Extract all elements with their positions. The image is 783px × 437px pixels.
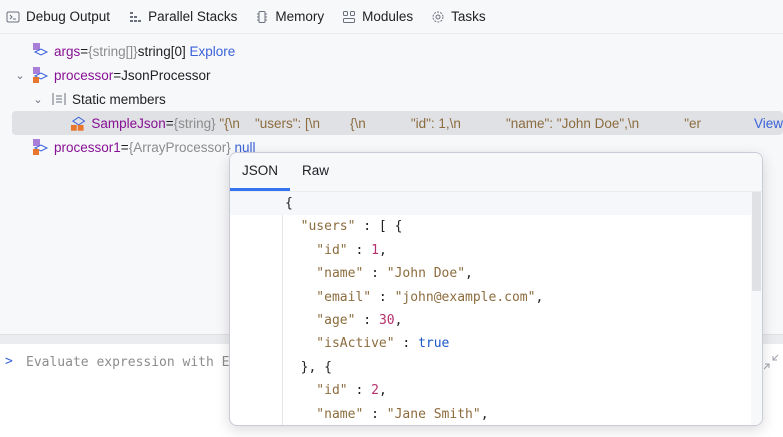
tab-memory[interactable]: Memory (249, 0, 336, 34)
code-token: true (418, 336, 450, 352)
variable-type: {ArrayProcessor} (128, 139, 231, 155)
equals: = (113, 67, 122, 83)
code-token: }, { (285, 359, 332, 375)
code-token: , (378, 383, 387, 399)
code-line: "name" : "Jane Smith", (230, 403, 752, 425)
code-line: "isActive" : true (230, 332, 752, 355)
json-viewer-popup: JSON Raw { "users" : [ { "id" : 1, "name… (229, 152, 763, 426)
code-token: : (394, 336, 419, 352)
code-token: 2 (371, 383, 379, 399)
code-token: : [ { (355, 219, 403, 235)
code-token: "name" (285, 406, 364, 422)
view-link[interactable]: View (754, 116, 783, 131)
variable-value: JsonProcessor (121, 67, 211, 83)
code-token: , (378, 242, 387, 258)
variable-name: args (54, 43, 81, 59)
code-token: 30 (378, 313, 395, 328)
equals: = (120, 139, 129, 155)
code-token: , (465, 266, 473, 282)
equals: = (165, 115, 174, 131)
parameter-icon (33, 43, 49, 56)
code-token: : (347, 383, 372, 399)
tab-debug-output[interactable]: Debug Output (0, 0, 122, 34)
code-line: "id" : 2, (230, 379, 752, 402)
evaluate-input[interactable]: Evaluate expression with Enter (26, 355, 261, 370)
code-token: 1 (371, 242, 379, 258)
code-line: "name" : "John Doe", (230, 262, 752, 285)
locked-field-icon (33, 67, 49, 83)
code-token: "age" (285, 313, 356, 328)
gear-icon (432, 11, 444, 22)
variable-type: {string[]} (88, 43, 138, 59)
tab-json[interactable]: JSON (230, 153, 291, 191)
static-members-icon (52, 93, 66, 105)
tab-parallel-stacks[interactable]: Parallel Stacks (122, 0, 249, 34)
chevron-down-icon[interactable]: ⌄ (32, 93, 44, 106)
code-token: "john@example.com" (394, 289, 536, 305)
parallel-stacks-icon (130, 11, 142, 22)
code-token: : (363, 406, 387, 422)
code-token: "users" (285, 219, 356, 235)
static-members-node[interactable]: ⌄ Static members (0, 87, 783, 111)
code-line: { (230, 192, 752, 216)
static-field-icon (70, 116, 86, 131)
code-line: }, { (230, 356, 752, 379)
json-code-view[interactable]: { "users" : [ { "id" : 1, "name" : "John… (230, 192, 752, 425)
tool-window-tabs: Debug Output Parallel Stacks Memory Modu… (0, 0, 783, 34)
console-icon (6, 11, 20, 22)
scrollbar-thumb[interactable] (752, 192, 761, 291)
code-token: "Jane Smith" (386, 406, 481, 422)
node-label: Static members (72, 91, 166, 107)
code-token: : (363, 266, 387, 282)
tab-label: Modules (362, 9, 414, 24)
code-token: "id" (285, 242, 348, 258)
collapse-icon[interactable] (763, 354, 779, 370)
variable-name: processor (54, 67, 114, 83)
code-token: , (394, 313, 403, 328)
equals: = (80, 43, 89, 59)
variable-name: SampleJson (91, 115, 166, 131)
locked-field-icon (33, 139, 49, 155)
explore-link[interactable]: Explore (189, 44, 235, 59)
tab-label: Debug Output (26, 9, 111, 24)
tab-label: Tasks (451, 9, 486, 24)
variable-type: {string} (173, 115, 216, 131)
variable-processor[interactable]: ⌄ processor = JsonProcessor (0, 63, 783, 87)
code-line: "id" : 1, (230, 239, 752, 262)
variable-value: string[0] (137, 43, 186, 59)
code-token: "email" (285, 289, 372, 305)
code-token: { (285, 196, 293, 211)
code-line: "age" : 30, (230, 309, 752, 332)
code-line: "email" : "john@example.com", (230, 286, 752, 309)
code-token: : (355, 313, 379, 328)
chevron-down-icon[interactable]: ⌄ (14, 69, 26, 82)
tab-modules[interactable]: Modules (336, 0, 425, 34)
tab-label: Memory (275, 9, 325, 24)
code-token: "name" (285, 266, 364, 282)
variable-args[interactable]: args = {string[]} string[0] Explore (0, 39, 783, 63)
code-token: "id" (285, 383, 348, 399)
code-token: "isActive" (285, 336, 395, 352)
code-token: : (371, 289, 395, 305)
variable-value: "{\n "users": [\n {\n "id": 1,\n "name":… (215, 115, 701, 131)
tab-label: Parallel Stacks (148, 9, 238, 24)
code-token: , (480, 406, 489, 422)
code-token: : (347, 242, 372, 258)
variable-name: processor1 (54, 139, 121, 155)
variable-samplejson[interactable]: SampleJson = {string} "{\n "users": [\n … (12, 111, 783, 135)
tab-tasks[interactable]: Tasks (425, 0, 498, 34)
tab-raw[interactable]: Raw (290, 153, 341, 191)
code-line: "users" : [ { (230, 215, 752, 238)
code-token: , (535, 289, 544, 305)
memory-icon (257, 10, 268, 23)
vertical-scrollbar[interactable] (751, 192, 762, 425)
code-token: "John Doe" (386, 266, 466, 282)
prompt-icon: > (5, 354, 13, 369)
viewer-tabs: JSON Raw (230, 153, 762, 192)
modules-icon (343, 10, 356, 23)
